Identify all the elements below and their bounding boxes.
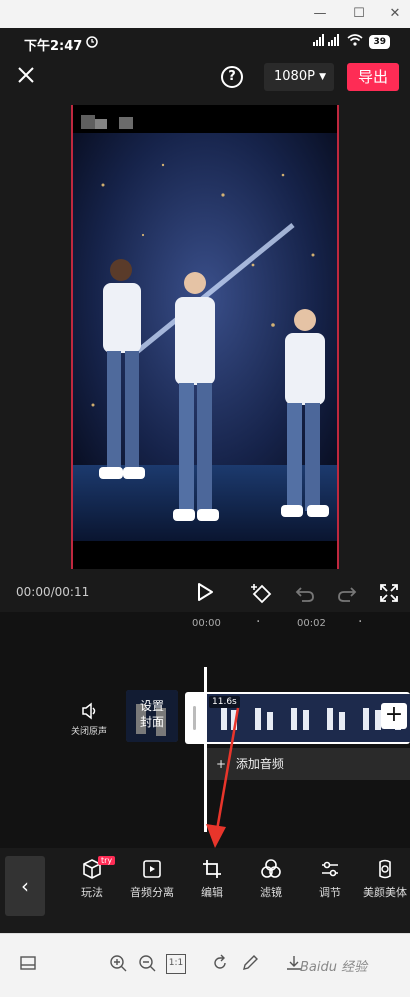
close-window-button[interactable]: ✕: [385, 4, 405, 24]
ruler-mark: 00:02: [297, 618, 326, 629]
timeline-area[interactable]: 00:00 · 00:02 · 关闭原声 设置 封面 11.6s + + 添加音…: [0, 612, 410, 848]
beauty-icon: [379, 859, 391, 879]
crop-icon: [203, 860, 221, 878]
clip-trim-handle[interactable]: [193, 706, 196, 730]
player-controls: 00:00/00:11: [0, 573, 410, 613]
tool-label: 编辑: [201, 886, 223, 899]
signal-icon: [313, 34, 341, 49]
filter-icon: [261, 859, 281, 878]
video-clip[interactable]: 11.6s: [185, 692, 410, 744]
mute-original-audio-button[interactable]: 关闭原声: [64, 702, 114, 737]
ruler-mark: 00:00: [192, 618, 221, 629]
tool-audio-separation[interactable]: 音频分离: [122, 858, 182, 900]
layout-icon[interactable]: [18, 954, 38, 974]
audio-separate-icon: [143, 860, 161, 878]
pencil-icon[interactable]: [240, 954, 260, 974]
chevron-left-icon: ‹: [21, 874, 29, 898]
tool-label: 玩法: [81, 886, 103, 899]
alarm-icon: [85, 34, 99, 52]
tool-label: 美颜美体: [363, 886, 407, 899]
time-ruler: 00:00 · 00:02 ·: [0, 612, 410, 634]
video-preview[interactable]: [71, 105, 339, 569]
clip-duration: 11.6s: [209, 696, 240, 708]
ruler-dot: ·: [256, 614, 261, 630]
maximize-button[interactable]: ☐: [349, 4, 369, 24]
add-audio-button[interactable]: + 添加音频: [206, 748, 410, 780]
rotate-icon[interactable]: [210, 954, 230, 974]
fullscreen-icon[interactable]: [378, 582, 400, 604]
status-bar: 下午2:47 39: [0, 28, 410, 58]
chevron-down-icon: ▼: [319, 72, 326, 82]
tool-filter[interactable]: 滤镜: [241, 858, 301, 900]
tool-edit[interactable]: 编辑: [182, 858, 242, 900]
add-audio-label: 添加音频: [235, 757, 284, 771]
minimize-button[interactable]: —: [310, 4, 330, 24]
tool-beauty[interactable]: 美颜美体: [360, 858, 410, 900]
cover-label: 设置 封面: [126, 690, 178, 742]
baidu-watermark: Baidu 经验: [300, 960, 368, 975]
export-button[interactable]: 导出: [347, 63, 399, 91]
resolution-label: 1080P: [274, 69, 315, 84]
wifi-icon: [347, 34, 363, 49]
keyframe-icon[interactable]: [250, 582, 272, 604]
undo-icon[interactable]: [294, 582, 316, 604]
status-indicators: 39: [313, 34, 390, 49]
phone-screen: 下午2:47 39 ? 1080P ▼ 导出 00:00/00:11 00:00…: [0, 28, 410, 933]
mute-label: 关闭原声: [70, 727, 107, 737]
help-button[interactable]: ?: [221, 66, 243, 88]
editor-top-bar: ? 1080P ▼ 导出: [0, 58, 410, 98]
status-time: 下午2:47: [24, 39, 83, 54]
ruler-dot: ·: [358, 614, 363, 630]
speaker-icon: [82, 702, 96, 720]
back-button[interactable]: ‹: [5, 856, 45, 916]
play-icon[interactable]: [196, 582, 216, 602]
playhead[interactable]: [204, 667, 207, 832]
plus-icon: +: [216, 757, 227, 771]
tool-gameplay[interactable]: try 玩法: [62, 856, 122, 900]
actual-size-button[interactable]: 1:1: [166, 954, 186, 974]
sliders-icon: [322, 861, 338, 877]
tool-label: 调节: [319, 886, 341, 899]
time-readout: 00:00/00:11: [16, 585, 90, 599]
cover-label-line1: 设置: [139, 699, 164, 713]
redo-icon[interactable]: [336, 582, 358, 604]
video-frame-image: [73, 105, 337, 569]
tool-label: 音频分离: [130, 886, 174, 899]
close-icon[interactable]: [16, 65, 38, 87]
zoom-in-icon[interactable]: [108, 954, 128, 974]
tool-adjust[interactable]: 调节: [300, 858, 360, 900]
bottom-toolbar: ‹ try 玩法 音频分离 编辑 滤镜 调节 美颜美体: [0, 848, 410, 933]
plus-icon: +: [384, 702, 404, 727]
window-chrome: — ☐ ✕: [0, 0, 410, 28]
add-clip-button[interactable]: +: [381, 703, 407, 729]
cover-label-line2: 封面: [139, 715, 164, 729]
tool-label: 滤镜: [260, 886, 282, 899]
resolution-select[interactable]: 1080P ▼: [264, 63, 334, 91]
zoom-out-icon[interactable]: [137, 954, 157, 974]
set-cover-button[interactable]: 设置 封面: [126, 690, 178, 742]
battery-indicator: 39: [369, 34, 390, 49]
try-badge: try: [98, 856, 116, 865]
host-bottom-bar: 1:1 Baidu 经验: [0, 933, 410, 997]
